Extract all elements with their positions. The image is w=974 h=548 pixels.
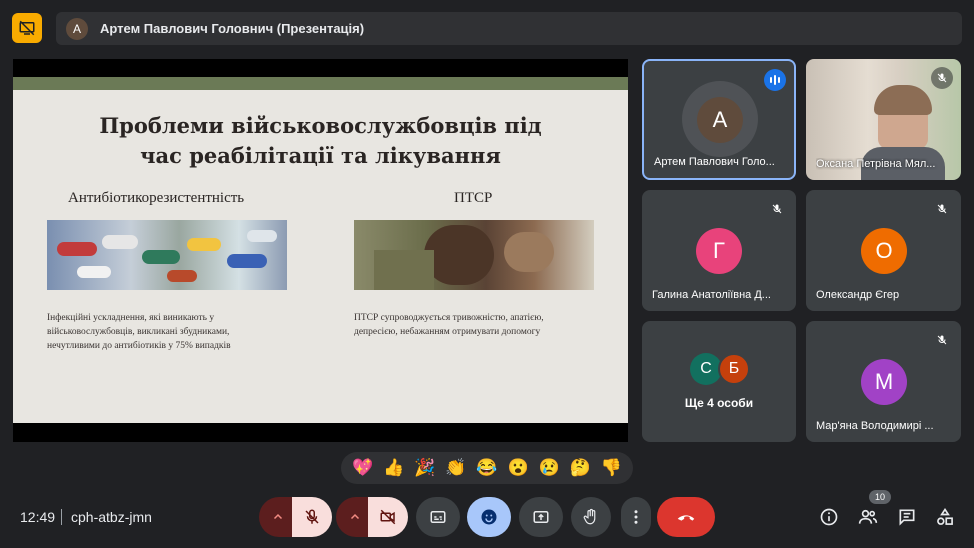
presenter-title: Артем Павлович Головнич (Презентація) [100,21,365,36]
participant-name: Артем Павлович Голо... [654,156,775,168]
mic-off-icon [931,67,953,89]
participant-tile[interactable]: А Артем Павлович Голо... [642,59,796,180]
slide-left-heading: Антибіотикорезистентність [68,190,245,206]
reaction-thumbs-up-icon[interactable]: 👍 [383,458,404,478]
people-button[interactable] [856,505,880,529]
meet-window: А Артем Павлович Головнич (Презентація) … [0,0,974,548]
slide: Проблеми військовослужбовців під час реа… [13,77,628,423]
clock: 12:49 [20,509,56,525]
participant-name: Галина Анатоліївна Д... [652,289,771,301]
avatar: М [861,359,907,405]
mic-off-icon [305,509,319,524]
divider [61,509,62,525]
reaction-thinking-icon[interactable]: 🤔 [570,458,591,478]
captions-icon [430,511,446,523]
activities-button[interactable] [933,505,957,529]
participant-name: Мар'яна Володимирі ... [816,420,934,432]
reaction-surprised-icon[interactable]: 😮 [508,458,529,478]
slide-left-text: Інфекційні ускладнення, які виникають у … [47,313,231,351]
mic-off-icon [931,329,953,351]
presenter-bar: А Артем Павлович Головнич (Презентація) [56,12,962,45]
slide-right-text: ПТСР супроводжується тривожністю, апатіє… [354,313,544,337]
camera-off-icon [380,509,396,525]
present-button[interactable] [519,497,563,537]
presentation-off-icon[interactable] [12,13,42,43]
mic-off-icon [766,198,788,220]
participant-name: Оксана Петрівна Мял... [816,158,936,170]
presentation-area: Проблеми військовослужбовців під час реа… [13,59,628,442]
captions-button[interactable] [416,497,460,537]
avatar: О [861,228,907,274]
people-count-badge: 10 [869,490,891,504]
avatar: Г [696,228,742,274]
meeting-info-button[interactable] [817,505,841,529]
reaction-clap-icon[interactable]: 👏 [445,458,466,478]
chevron-up-icon [350,513,360,520]
participant-tile[interactable]: Г Галина Анатоліївна Д... [642,190,796,311]
meeting-code: cph-atbz-jmn [71,509,152,525]
reaction-laugh-icon[interactable]: 😂 [476,458,497,478]
activities-icon [937,507,953,525]
hand-icon [583,508,596,525]
participant-tile[interactable]: О Олександр Єгер [806,190,961,311]
info-icon [820,508,838,526]
chevron-up-icon [273,513,283,520]
pills-image [47,220,287,290]
emoji-icon [481,509,497,525]
avatar: Б [718,353,750,385]
camera-toggle-button[interactable] [368,497,408,537]
avatar: А [697,97,743,143]
slide-right-heading: ПТСР [454,190,493,206]
chat-button[interactable] [895,505,919,529]
chat-icon [899,509,915,526]
participant-name: Олександр Єгер [816,289,900,301]
reaction-party-icon[interactable]: 🎉 [414,458,435,478]
slide-title: Проблеми військовослужбовців під час реа… [99,113,542,168]
present-screen-icon [533,511,549,523]
slide-header-band [13,77,628,90]
soldier-image [354,220,594,290]
participant-tile[interactable]: М Мар'яна Володимирі ... [806,321,961,442]
reactions-button[interactable] [467,497,511,537]
others-count-label: Ще 4 особи [684,396,754,410]
hang-up-icon [677,515,695,521]
reaction-sad-icon[interactable]: 😢 [539,458,560,478]
more-options-button[interactable] [621,497,651,537]
reactions-bar: 💖 👍 🎉 👏 😂 😮 😢 🤔 👎 [341,452,633,484]
presenter-avatar: А [66,17,88,40]
participant-tile[interactable]: Оксана Петрівна Мял... [806,59,961,180]
more-vert-icon [634,510,638,524]
reaction-thumbs-down-icon[interactable]: 👎 [601,458,622,478]
reaction-heart-icon[interactable]: 💖 [352,458,373,478]
speaking-indicator-icon [764,69,786,91]
leave-call-button[interactable] [657,497,715,537]
people-icon [858,509,878,524]
mic-toggle-button[interactable] [292,497,332,537]
others-tile[interactable]: С Б Ще 4 особи [642,321,796,442]
mic-off-icon [931,198,953,220]
raise-hand-button[interactable] [571,497,611,537]
